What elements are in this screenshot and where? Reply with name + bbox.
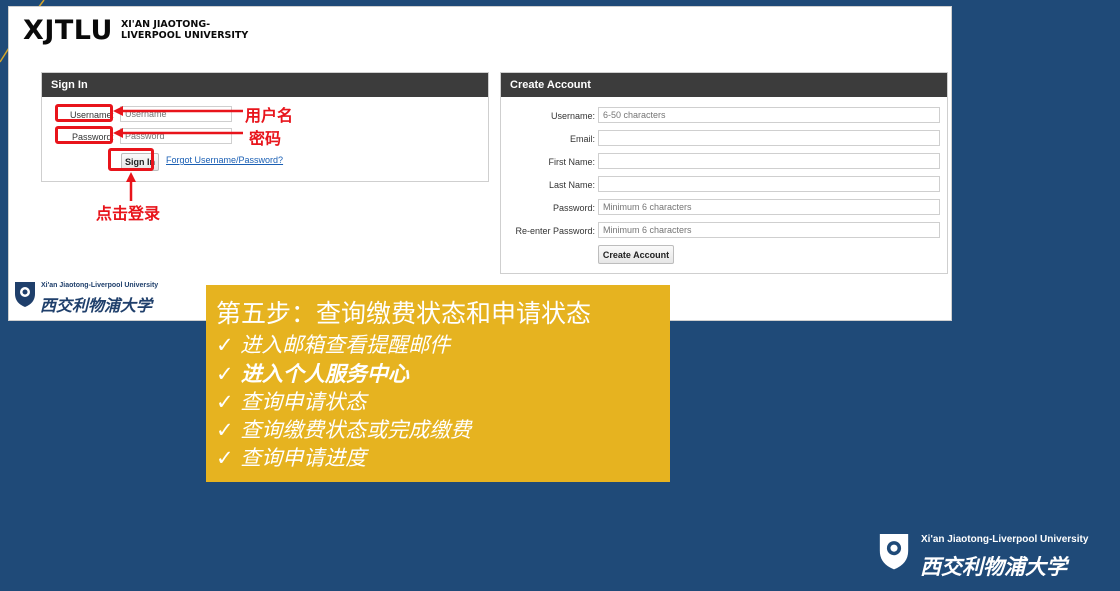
university-english-name: Xi'an Jiaotong-Liverpool University <box>41 282 159 289</box>
university-emblem-icon <box>879 534 909 570</box>
university-chinese-name: 西交利物浦大学 <box>40 296 153 315</box>
step-item-email: ✓ 进入邮箱查看提醒邮件 <box>216 333 451 357</box>
university-emblem-icon <box>15 282 35 307</box>
step-item-progress: ✓ 查询申请进度 <box>216 446 367 470</box>
password-annotation: 密码 <box>249 129 282 148</box>
bottom-university-chinese-name: 西交利物浦大学 <box>920 554 1067 579</box>
step-item-application-status: ✓ 查询申请状态 <box>216 390 367 414</box>
click-login-annotation: 点击登录 <box>96 204 161 223</box>
username-annotation: 用户名 <box>245 106 294 125</box>
step-item-payment-status: ✓ 查询缴费状态或完成缴费 <box>216 418 472 442</box>
step-title: 第五步：查询缴费状态和申请状态 <box>216 299 592 328</box>
login-page-screenshot: XJTLU XI'AN JIAOTONG- LIVERPOOL UNIVERSI… <box>8 6 952 321</box>
step-five-box: 第五步：查询缴费状态和申请状态 ✓ 进入邮箱查看提醒邮件 ✓ 进入个人服务中心 … <box>206 285 670 482</box>
bottom-university-english-name: Xi'an Jiaotong-Liverpool University <box>921 534 1089 545</box>
step-item-service-center: ✓ 进入个人服务中心 <box>216 362 409 386</box>
red-arrow-icon <box>113 106 243 201</box>
